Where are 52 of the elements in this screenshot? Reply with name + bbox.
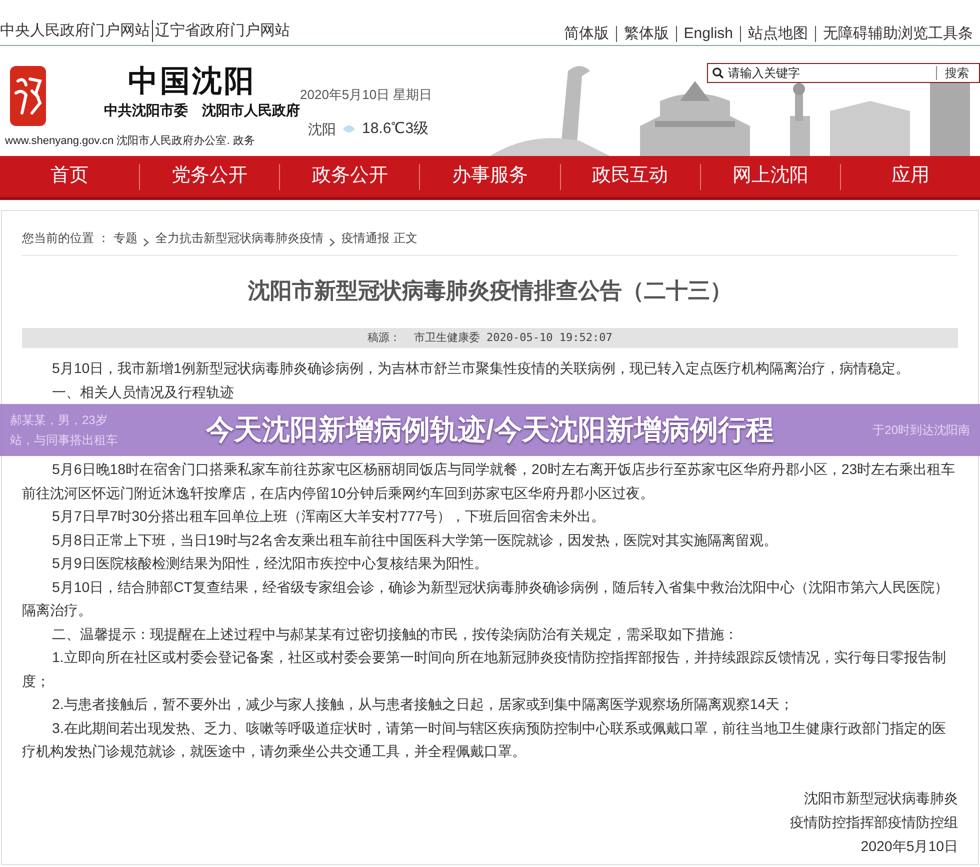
top-link[interactable]: 站点地图 (740, 26, 815, 42)
top-link[interactable]: English (676, 26, 740, 42)
source-bar: 稿源： 市卫生健康委 2020-05-10 19:52:07 (22, 328, 958, 348)
chevron-icon (143, 238, 150, 247)
breadcrumb-link[interactable]: 疫情通报 (341, 229, 390, 247)
nav-item[interactable]: 政民互动 (592, 162, 668, 191)
search-button[interactable]: 搜索 (936, 66, 977, 80)
article-paragraph: 2.与患者接触后，暂不要外出，减少与家人接触，从与患者接触之日起，居家或到集中隔离医学观察场所隔离观察14天； (51, 696, 795, 715)
city-name: 沈阳 (308, 120, 336, 139)
article-paragraph: 3.在此期间若出现发热、乏力、咳嗽等呼吸道症状时，请第一时间与辖区疾病预防控制中心联系或佩戴口罩，前往当地卫生健康行政部门指定的医疗机构发热门诊规范就诊，就医途中，请勿乘坐公共交通工具，并全程佩戴口罩。 (22, 720, 947, 762)
article-paragraph: 5月10日，结合肺部CT复查结果，经省级专家组会诊，确诊为新型冠状病毒肺炎确诊病例，随后转入省集中救治沈阳中心（沈阳市第六人民医院）隔离治疗。 (22, 578, 950, 621)
article-paragraph: 二、温馨提示：现提醒在上述过程中与郝某某有过密切接触的市民，按传染病防治有关规定，需采取如下措施： (51, 626, 739, 644)
nav-item[interactable]: 应用 (891, 162, 930, 191)
nav-item[interactable]: 网上沈阳 (732, 162, 808, 191)
article-paragraph: 5月9日医院核酸检测结果为阳性，经沈阳市疾控中心复核结果为阳性。 (51, 555, 489, 574)
faded-text: 站，与同事搭出租车 (10, 432, 119, 449)
article-title: 沈阳市新型冠状病毒肺炎疫情排查公告（二十三） (246, 277, 733, 305)
top-link[interactable]: 繁体版 (616, 26, 676, 42)
breadcrumb-current: 正文 (393, 230, 418, 247)
breadcrumb-label: 您当前的位置 ： (22, 230, 110, 247)
weather-icon (342, 124, 356, 134)
nav-item[interactable]: 首页 (50, 162, 89, 191)
faded-text: 于20时到达沈阳南 (872, 422, 970, 439)
date-text: 2020年5月10日 星期日 (300, 86, 434, 104)
seal-logo-icon (10, 66, 46, 126)
search-field[interactable]: 请输入关键字 搜索 (707, 63, 980, 83)
signature-line: 沈阳市新型冠状病毒肺炎 (804, 790, 958, 808)
banner-title: 今天沈阳新增病例轨迹/今天沈阳新增病例行程 (206, 413, 774, 447)
article-paragraph: 一、相关人员情况及行程轨迹 (51, 384, 235, 402)
article-paragraph: 5月7日早7时30分搭出租车回单位上班（浑南区大羊安村777号），下班后回宿舍未外出。 (51, 508, 606, 527)
article-paragraph: 5月8日正常上下班，当日19时与2名舍友乘出租车前往中国医科大学第一医院就诊，因发热，医院对其实施隔离留观。 (51, 532, 778, 550)
breadcrumb-link[interactable]: 专题 (113, 229, 138, 247)
chevron-icon (329, 238, 336, 247)
nav-item[interactable]: 办事服务 (452, 162, 528, 191)
article-paragraph: 1.立即向所在社区或村委会登记备案，社区或村委会要第一时间向所在地新冠肺炎疫情防控指挥部报告，并持续跟踪反馈情况，实行每日零报告制度； (22, 649, 947, 692)
breadcrumb-link[interactable]: 全力抗击新型冠状病毒肺炎疫情 (155, 229, 324, 247)
nav-item[interactable]: 政务公开 (312, 162, 388, 191)
nav-item[interactable]: 党务公开 (172, 162, 248, 191)
portal-link[interactable]: 中央人民政府门户网站 (0, 20, 152, 42)
search-icon (712, 67, 724, 79)
top-link[interactable]: 无障碍辅助浏览工具条 (815, 26, 980, 42)
site-title: 中国沈阳 (127, 64, 257, 100)
article-paragraph: 5月10日，我市新增1例新型冠状病毒肺炎确诊病例，为吉林市舒兰市聚集性疫情的关联病例，现已转入定点医疗机构隔离治疗，病情稳定。 (51, 360, 911, 379)
top-link[interactable]: 简体版 (556, 26, 616, 42)
site-subtitle: 中共沈阳市委 沈阳市人民政府 (103, 101, 300, 120)
signature-line: 2020年5月10日 (860, 838, 958, 856)
article-paragraph: 5月6日晚18时在宿舍门口搭乘私家车前往苏家屯区杨丽胡同饭店与同学就餐，20时左右离开饭店步行至苏家屯区华府丹郡小区，23时左右乘出租车前往沈河区怀远门附近沐逸轩按摩店，在店内停留10分钟后乘网约车回到苏家屯区华府丹郡小区过夜。 (22, 461, 956, 504)
signature-line: 疫情防控指挥部疫情防控组 (790, 814, 958, 832)
portal-link[interactable]: 辽宁省政府门户网站 (152, 20, 290, 42)
weather-text: 18.6℃3级 (362, 119, 429, 139)
site-url: www.shenyang.gov.cn 沈阳市人民政府办公室. 政务 (4, 134, 256, 148)
faded-text: 郝某某，男，23岁 (10, 412, 108, 429)
